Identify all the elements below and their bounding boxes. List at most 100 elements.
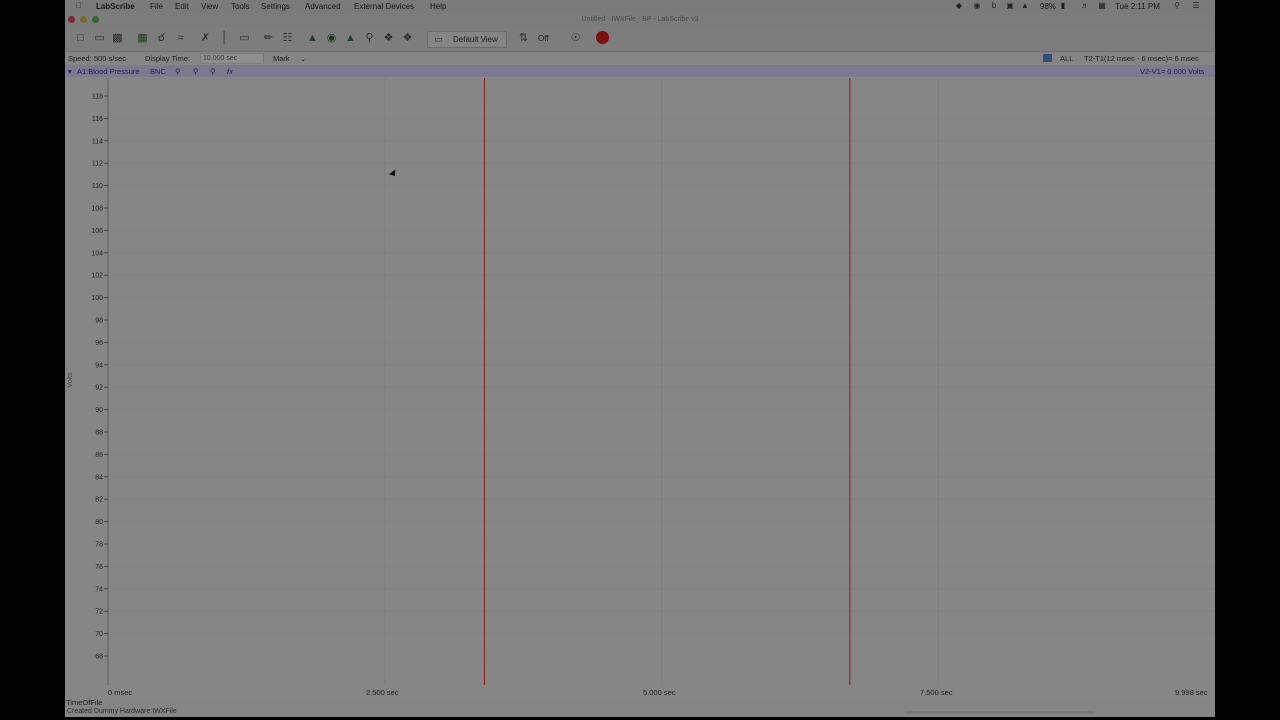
y-tick-label: 110 [92, 183, 103, 190]
columns-icon[interactable]: ☷ [280, 31, 295, 46]
volume-icon[interactable]: ♬ [1081, 2, 1089, 10]
all-checkbox[interactable] [1043, 54, 1052, 62]
open-folder-icon[interactable]: ▭ [92, 31, 107, 46]
channel-zoom-in-icon[interactable]: ⚲ [193, 67, 199, 76]
y-tick-label: 92 [95, 385, 103, 392]
zoom-icon[interactable]: ⚲ [362, 31, 377, 46]
screen-icon[interactable]: ▣ [1006, 2, 1014, 10]
app-window: Untitled - IWXFile - BP - LabScribe v3 □… [65, 13, 1215, 717]
speed-setting[interactable]: Speed: 500 s/sec [68, 54, 126, 63]
y-tick-label: 108 [91, 206, 103, 213]
menu-app-name[interactable]: LabScribe [96, 2, 135, 11]
main-window-icon[interactable]: ▦ [135, 31, 150, 46]
y-tick-label: 118 [92, 94, 103, 101]
channel-function-icon[interactable]: fx [227, 67, 233, 76]
analysis-icon[interactable]: ☌ [154, 31, 169, 46]
separator-icon: │ [221, 32, 228, 44]
calendar-icon[interactable]: ▦ [1098, 2, 1106, 10]
battery-icon[interactable]: ▮ [1059, 2, 1067, 10]
channel-autoscale-icon[interactable]: ⚲ [175, 67, 181, 76]
plot-svg[interactable]: 118 116 114 112 110 108 106 104 102 100 98 96 94 92 90… [65, 78, 1215, 685]
xy-view-icon[interactable]: ≈ [173, 31, 188, 46]
autoscale-icon[interactable]: ▲ [305, 31, 320, 46]
menu-help[interactable]: Help [430, 2, 446, 11]
pen-icon[interactable]: ✏ [261, 31, 276, 46]
wifi-icon[interactable]: ▲ [1021, 2, 1029, 10]
status-message: Created Dummy Hardware:IWXFile [67, 708, 177, 715]
channel-header: ▾ A1:Blood Pressure BNC ⚲ ⚲ ⚲ fx V2-V1= … [65, 65, 1215, 77]
battery-percent: 98% [1040, 2, 1057, 11]
sync-icon[interactable]: ◉ [973, 2, 981, 10]
window-title: Untitled - IWXFile - BP - LabScribe v3 [581, 16, 699, 23]
volt-readout: V2-V1= 0.000 Volts [1140, 67, 1205, 76]
dropbox-icon[interactable]: ◆ [955, 2, 963, 10]
menu-advanced[interactable]: Advanced [305, 2, 341, 11]
mark-dropdown-icon[interactable]: ⌄ [300, 54, 306, 63]
y-tick-label: 96 [95, 340, 103, 347]
y-tick-label: 94 [95, 362, 103, 369]
notification-center-icon[interactable]: ☰ [1192, 2, 1200, 10]
y-tick-label: 78 [95, 542, 103, 549]
horizontal-scrollbar[interactable] [905, 711, 1095, 714]
time-of-file-label: TimeOfFile [66, 698, 103, 707]
display-time-label: Display Time: [145, 54, 191, 63]
toolbar: □ ▭ ▩ ▦ ☌ ≈ ✗ │ ▭ ✏ ☷ ▲ ◉ ▲ ⚲ ❖ ❖ ▭ Defa… [65, 27, 1215, 52]
menubar-clock[interactable]: Tue 2:11 PM [1115, 2, 1160, 11]
y-tick-label: 100 [91, 295, 103, 302]
y-tick-label: 116 [92, 116, 103, 123]
double-cursor-icon[interactable]: ❖ [400, 31, 415, 46]
preview-icon[interactable]: ☉ [568, 31, 583, 46]
x-tick-label: 7.500 sec [920, 688, 953, 697]
x-tick-label: 5.000 sec [643, 688, 676, 697]
menu-bar:  LabScribe File Edit View Tools Setting… [65, 0, 1215, 13]
display-time-field[interactable]: 10.000 sec [200, 53, 264, 64]
channel-name[interactable]: A1:Blood Pressure [77, 67, 140, 76]
y-tick-label: 80 [95, 519, 103, 526]
channel-zoom-out-icon[interactable]: ⚲ [210, 67, 216, 76]
y-tick-label: 84 [95, 474, 103, 481]
cursor-lines [483, 78, 851, 685]
view-selector-label: Default View [453, 35, 498, 44]
spotlight-search-icon[interactable]: ⚲ [1173, 2, 1181, 10]
record-button[interactable] [596, 31, 609, 44]
bluetooth-icon[interactable]: b [990, 2, 998, 10]
y-tick-label: 74 [95, 586, 103, 593]
y-tick-label: 90 [95, 407, 103, 414]
menu-view[interactable]: View [201, 2, 218, 11]
menu-file[interactable]: File [150, 2, 163, 11]
menu-edit[interactable]: Edit [175, 2, 189, 11]
menu-settings[interactable]: Settings [261, 2, 290, 11]
x-tick-label: 9.998 sec [1175, 688, 1208, 697]
single-cursor-icon[interactable]: ❖ [381, 31, 396, 46]
trigger-icon[interactable]: ⇅ [516, 31, 531, 46]
apple-icon[interactable]:  [75, 2, 83, 10]
y-tick-label: 112 [92, 161, 103, 168]
x-tick-label: 2.500 sec [366, 688, 399, 697]
y-tick-label: 114 [92, 138, 103, 145]
view-icon: ▭ [434, 34, 443, 44]
zoom-fit-icon[interactable]: ◉ [324, 31, 339, 46]
view-selector[interactable]: ▭ Default View [427, 31, 507, 48]
y-tick-label: 98 [95, 318, 103, 325]
y-tick-label: 106 [91, 228, 103, 235]
y-tick-label: 88 [95, 430, 103, 437]
mark-label: Mark [273, 54, 290, 63]
info-bar: Speed: 500 s/sec Display Time: 10.000 se… [65, 52, 1215, 64]
time-readout: T2-T1(12 msec - 6 msec)= 6 msec [1084, 54, 1199, 63]
x-tick-label: 0 msec [108, 688, 133, 697]
menu-external-devices[interactable]: External Devices [354, 2, 414, 11]
mode-toggle-label[interactable]: Off [538, 34, 549, 43]
channel-input[interactable]: BNC [150, 67, 166, 76]
plot-area[interactable]: 118 116 114 112 110 108 106 104 102 100 98 96 94 92 90… [65, 78, 1215, 685]
fft-icon[interactable]: ✗ [198, 31, 213, 46]
y-axis-label: Volts [67, 372, 74, 388]
save-icon[interactable]: ▩ [110, 31, 125, 46]
all-label: ALL [1060, 54, 1074, 63]
y-tick-label: 72 [95, 609, 103, 616]
menu-tools[interactable]: Tools [231, 2, 250, 11]
image-icon[interactable]: ▲ [343, 31, 358, 46]
y-axis-ticks: 118 116 114 112 110 108 106 104 102 100 98 96 94 92 90… [91, 94, 108, 661]
new-file-icon[interactable]: □ [73, 31, 88, 46]
marks-icon[interactable]: ▭ [237, 31, 252, 46]
channel-collapse-icon[interactable]: ▾ [68, 67, 72, 76]
